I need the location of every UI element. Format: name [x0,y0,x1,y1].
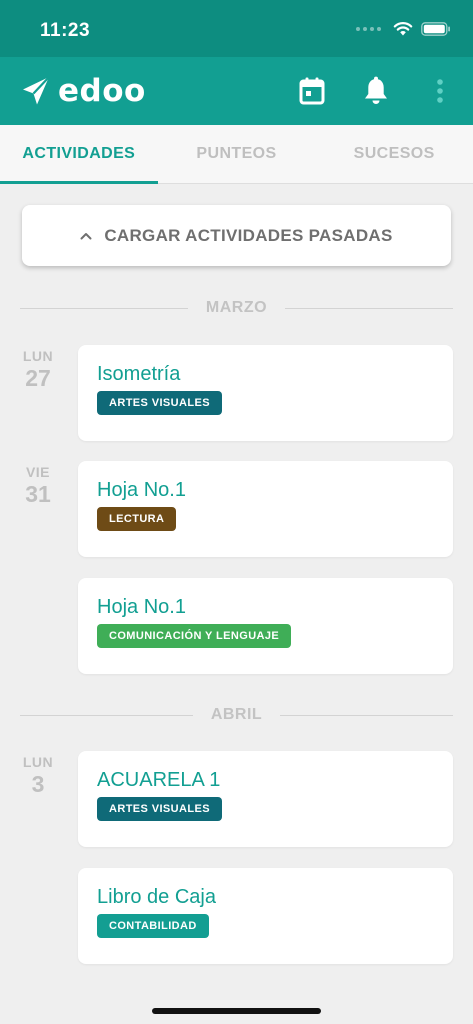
day-number: 31 [25,481,51,507]
app-logo: edoo [22,73,146,109]
month-divider-abril: ABRIL [20,705,454,725]
subject-badge: COMUNICACIÓN Y LENGUAJE [97,624,292,648]
tab-punteos[interactable]: PUNTEOS [158,125,316,183]
bell-icon [365,76,387,104]
subject-badge: ARTES VISUALES [97,391,222,415]
activity-title: ACUARELA 1 [97,769,221,791]
status-bar: 11:23 [0,0,473,57]
activity-card[interactable]: Libro de Caja CONTABILIDAD [78,868,453,964]
activity-card[interactable]: ACUARELA 1 ARTES VISUALES [78,751,453,847]
day-marker: VIE 31 [14,464,62,508]
calendar-button[interactable] [297,74,327,108]
logo-text: edoo [58,73,146,109]
day-number: 27 [25,365,51,391]
month-divider-marzo: MARZO [20,298,453,318]
notifications-button[interactable] [361,74,391,108]
activity-card[interactable]: Hoja No.1 LECTURA [78,461,453,557]
activity-title: Libro de Caja [97,886,216,908]
activity-card[interactable]: Hoja No.1 COMUNICACIÓN Y LENGUAJE [78,578,453,674]
tab-actividades[interactable]: ACTIVIDADES [0,125,158,184]
chevron-up-icon [80,232,92,239]
load-past-activities-button[interactable]: CARGAR ACTIVIDADES PASADAS [22,205,451,266]
calendar-icon [299,77,325,105]
day-marker: LUN 3 [14,754,62,798]
status-time: 11:23 [40,20,91,41]
load-past-label: CARGAR ACTIVIDADES PASADAS [104,225,393,245]
activity-title: Hoja No.1 [97,596,186,618]
status-icons [356,21,451,36]
home-indicator [152,1008,321,1014]
tab-sucesos[interactable]: SUCESOS [315,125,473,183]
tab-bar: ACTIVIDADES PUNTEOS SUCESOS [0,125,473,184]
day-marker: LUN 27 [14,348,62,392]
day-of-week: LUN [22,754,54,770]
more-vertical-icon [437,79,443,103]
month-label: MARZO [205,299,268,316]
subject-badge: CONTABILIDAD [97,914,209,938]
app-bar-actions [297,74,455,108]
day-of-week: VIE [25,464,51,480]
battery-icon [421,21,450,36]
day-number: 3 [31,771,45,797]
paper-plane-icon [23,76,50,105]
activity-title: Hoja No.1 [97,479,186,501]
month-label: ABRIL [210,706,263,723]
wifi-icon [393,22,413,36]
activity-title: Isometría [97,363,181,385]
more-options-button[interactable] [425,74,455,108]
activity-card[interactable]: Isometría ARTES VISUALES [78,345,453,441]
subject-badge: ARTES VISUALES [97,797,222,821]
day-of-week: LUN [22,348,54,364]
subject-badge: LECTURA [97,507,177,531]
signal-icon [356,26,381,31]
app-bar: edoo [0,57,473,125]
